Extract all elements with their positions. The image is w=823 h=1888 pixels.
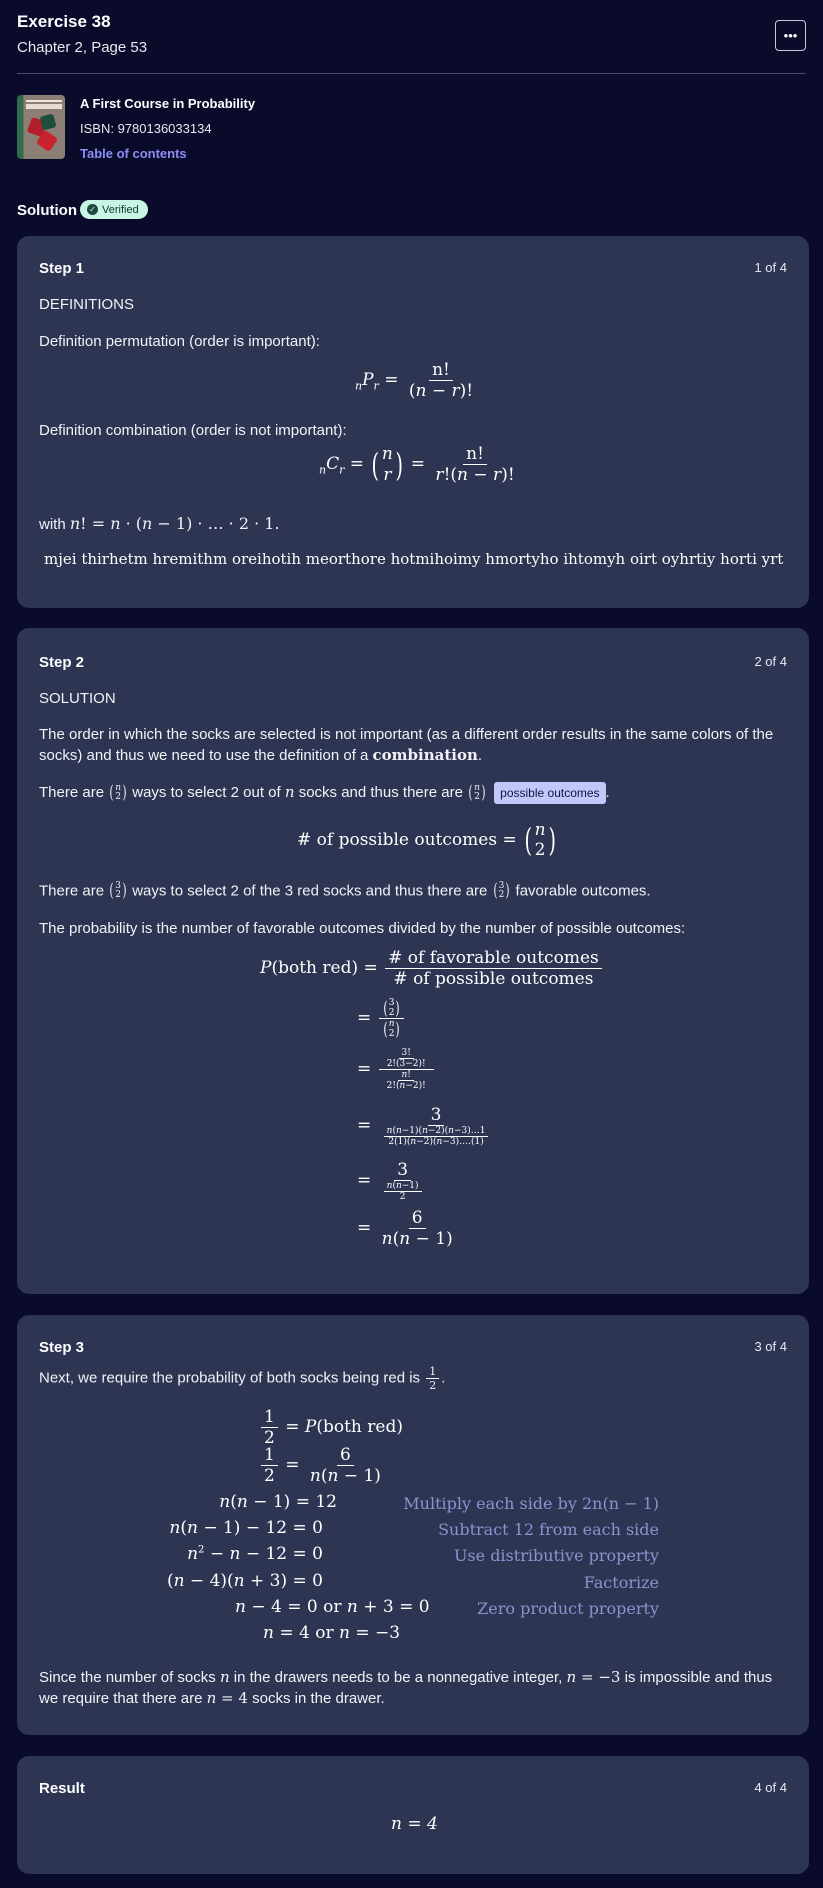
binomial-n-2: (n 2) — [109, 782, 127, 803]
text: There are — [39, 783, 105, 801]
equation-line-2: 12 = 6 n(n − 1) — [259, 1445, 386, 1486]
probability-explanation: The probability is the number of favorab… — [39, 920, 686, 937]
probability-derivation-line-1: P(both red) = # of favorable outcomes # o… — [260, 948, 604, 989]
probability-derivation-line-6: = 6 n(n − 1) — [357, 1208, 453, 1249]
book-cover-image[interactable] — [17, 95, 65, 159]
solution-label: Solution — [17, 202, 77, 219]
combination-formula: nCr = (n r) = n! r!(n − r)! — [319, 444, 515, 485]
probability-derivation-line-5: = 3 n(n−1) 2 — [357, 1160, 429, 1202]
text: socks in the drawer. — [252, 1690, 385, 1707]
step-heading: SOLUTION — [39, 690, 116, 707]
step-note-1: Multiply each side by 2n(n − 1) — [403, 1494, 659, 1513]
equation-line-5: n2 − n − 12 = 0 — [187, 1544, 323, 1564]
combination-definition-label: Definition combination (order is not imp… — [39, 422, 347, 439]
step-note-2: Subtract 12 from each side — [438, 1520, 659, 1539]
step-card-2: Step 2 2 of 4 SOLUTION The order in whic… — [17, 628, 809, 1294]
step-counter: 3 of 4 — [754, 1339, 787, 1354]
step-note-5: Zero product property — [477, 1599, 659, 1618]
favorable-outcomes-sentence: There are (3 2) ways to select 2 of the 3… — [39, 880, 651, 902]
step-note-3: Use distributive property — [453, 1546, 659, 1565]
step-counter: 1 of 4 — [754, 260, 787, 275]
combination-term: combination — [372, 746, 478, 764]
book-isbn: ISBN: 9780136033134 — [80, 121, 212, 136]
table-of-contents-link[interactable]: Table of contents — [80, 146, 187, 161]
step-title: Step 2 — [39, 654, 85, 671]
verified-label: Verified — [102, 203, 139, 216]
text: There are — [39, 882, 105, 900]
equation-line-1: 12 = P(both red) — [259, 1407, 403, 1448]
event-label: both red — [278, 958, 352, 978]
result-card: Result 4 of 4 n = 4 — [17, 1756, 809, 1874]
step-heading: DEFINITIONS — [39, 296, 135, 313]
possible-outcomes-equation: # of possible outcomes = (n 2) — [297, 820, 556, 861]
step-card-1: Step 1 1 of 4 DEFINITIONS Definition per… — [17, 236, 809, 608]
or-text: or — [323, 1597, 342, 1617]
exercise-title: Exercise 38 — [17, 12, 111, 31]
text: . — [605, 783, 610, 801]
exercise-header: Exercise 38 Chapter 2, Page 53 ••• — [17, 12, 806, 72]
step-title: Result — [39, 1780, 85, 1797]
fraction-numerator: # of favorable outcomes — [385, 948, 602, 969]
permutation-definition-label: Definition permutation (order is importa… — [39, 333, 320, 350]
with-text: with — [39, 516, 66, 533]
possible-outcomes-sentence: There are (n 2) ways to select 2 out of n… — [39, 782, 610, 804]
text: favorable outcomes. — [515, 882, 651, 900]
step-title: Step 1 — [39, 260, 85, 277]
cover-title-block — [26, 104, 62, 109]
check-icon: ✓ — [87, 204, 98, 215]
equation-line-4: n(n − 1) − 12 = 0 — [169, 1518, 323, 1538]
probability-derivation-line-2: = (3 2)(n 2) — [357, 998, 407, 1039]
possible-outcomes-highlight[interactable]: possible outcomes — [494, 782, 606, 804]
binomial-3-2: (3 2) — [492, 880, 510, 902]
order-explanation: The order in which the socks are selecte… — [39, 724, 787, 766]
fraction-denominator: # of possible outcomes — [393, 969, 594, 989]
text: ways to select 2 of the 3 red socks and … — [132, 882, 488, 900]
exercise-subtitle: Chapter 2, Page 53 — [17, 39, 148, 56]
step-intro: Next, we require the probability of both… — [39, 1365, 446, 1392]
more-options-button[interactable]: ••• — [775, 20, 806, 51]
header-divider — [17, 73, 806, 74]
text: in the drawers needs to be a nonnegative… — [233, 1669, 563, 1686]
book-title: A First Course in Probability — [80, 96, 256, 111]
text: Next, we require the probability of both… — [39, 1369, 421, 1387]
step-card-3: Step 3 3 of 4 Next, we require the proba… — [17, 1315, 809, 1735]
or-text: or — [315, 1623, 334, 1643]
binomial-3-2: (3 2) — [109, 880, 127, 902]
verified-badge: ✓ Verified — [80, 200, 148, 219]
equation-lhs: # of possible outcomes — [297, 829, 498, 850]
dice-icon — [39, 113, 57, 131]
equation-line-3: n(n − 1) = 12 — [219, 1492, 337, 1512]
step-counter: 4 of 4 — [754, 1780, 787, 1795]
cover-title-line — [26, 100, 62, 102]
gibberish-text: mjei thirhetm hremithm oreihotih meortho… — [44, 550, 784, 568]
permutation-formula: nPr = n! (n − r)! — [355, 360, 474, 401]
probability-derivation-line-3: = 3! 2!(3−2)! n! 2!(n−2)! — [357, 1048, 436, 1091]
text: socks and thus there are — [298, 783, 463, 801]
book-info: A First Course in Probability ISBN: 9780… — [17, 95, 417, 161]
equation-line-6: (n − 4)(n + 3) = 0 — [166, 1571, 323, 1591]
text: Since the number of socks — [39, 1669, 216, 1686]
text: ways to select 2 out of — [132, 783, 281, 801]
paragraph-text: . — [477, 747, 483, 764]
step-conclusion: Since the number of socks n in the drawe… — [39, 1668, 773, 1707]
step-note-4: Factorize — [583, 1573, 659, 1592]
equation-line-8: n = 4 or n = −3 — [263, 1623, 401, 1643]
step-title: Step 3 — [39, 1339, 85, 1356]
factorial-definition: with n! = n · (n − 1) · … · 2 · 1. — [39, 514, 280, 533]
binomial-n-2: (n 2) — [468, 782, 486, 803]
probability-derivation-line-4: = 3 n(n−1)(n−2)(n−3)…1 2(1)(n−2)(n−3)….(1) — [357, 1105, 495, 1147]
step-counter: 2 of 4 — [754, 654, 787, 669]
result-answer: n = 4 — [391, 1814, 438, 1834]
